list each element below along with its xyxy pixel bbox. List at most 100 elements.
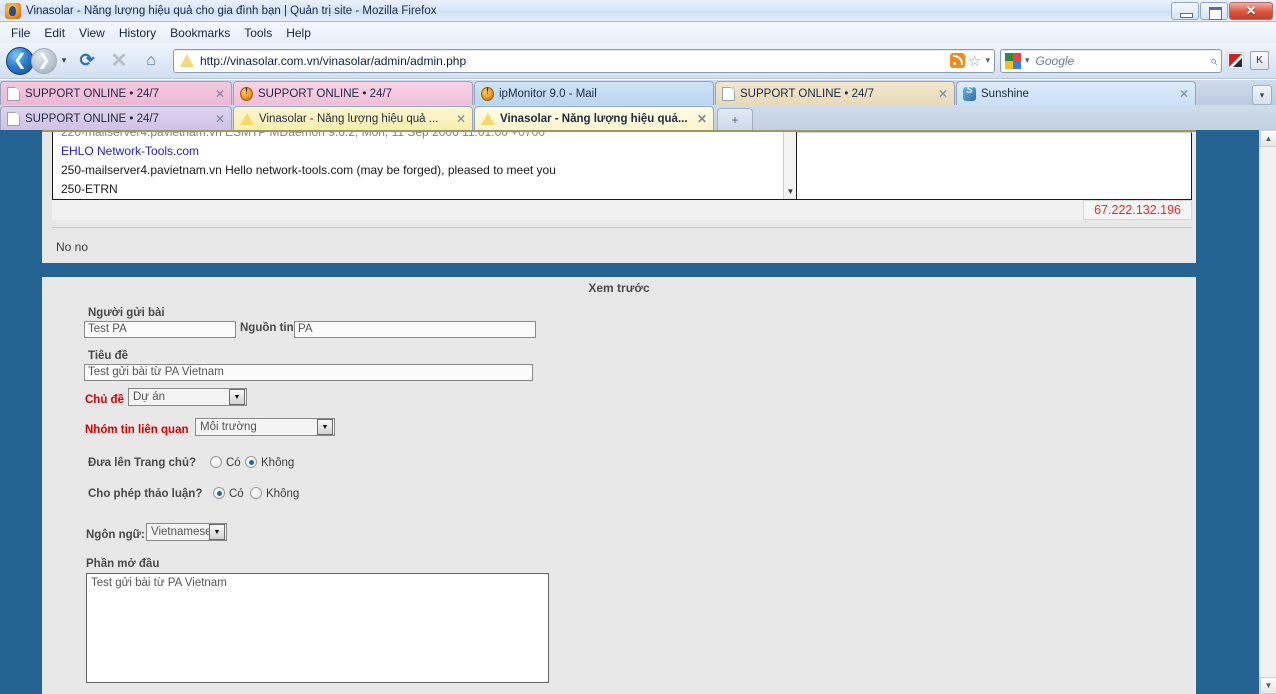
tab-close-icon[interactable]: ✕ <box>448 113 466 125</box>
mail-log-wrapper: 220-mailserver4.pavietnam.vn ESMTP MDaem… <box>52 132 1192 200</box>
bookmark-star-icon[interactable]: ☆ <box>968 52 981 70</box>
home-button[interactable]: ⌂ <box>137 47 165 75</box>
newsgroup-select-value: Môi trường <box>200 421 257 433</box>
chevron-down-icon[interactable]: ▼ <box>229 389 245 405</box>
menu-history[interactable]: History <box>112 24 163 42</box>
google-icon[interactable] <box>1005 52 1021 69</box>
menu-help[interactable]: Help <box>279 24 318 42</box>
newsgroup-select[interactable]: Môi trường ▼ <box>195 418 335 436</box>
tab-support-online-2[interactable]: SUPPORT ONLINE • 24/7 <box>233 81 473 105</box>
page-viewport: 220-mailserver4.pavietnam.vn ESMTP MDaem… <box>0 130 1276 694</box>
tab-close-icon[interactable]: ✕ <box>689 113 707 125</box>
language-label: Ngôn ngữ: <box>86 529 145 541</box>
tab-label: Sunshine <box>981 87 1029 100</box>
author-label: Người gửi bài <box>88 307 165 319</box>
sunshine-icon <box>963 85 976 101</box>
status-text: No no <box>56 240 89 254</box>
tab-vinasolar-1[interactable]: Vinasolar - Năng lượng hiệu quả ... ✕ <box>233 106 473 130</box>
search-bar[interactable]: ▾ Google ⌕ <box>1000 48 1222 73</box>
language-select[interactable]: Vietnamese ▼ <box>146 523 227 541</box>
scroll-down-icon[interactable]: ▼ <box>784 185 796 198</box>
firefox-icon <box>5 2 21 19</box>
blue-separator-bar <box>42 263 1196 277</box>
address-bar[interactable]: http://vinasolar.com.vn/vinasolar/admin/… <box>173 48 995 73</box>
preview-form-panel: Xem trước Người gửi bài Test PA Nguồn ti… <box>42 277 1196 694</box>
search-icon[interactable]: ⌕ <box>1210 53 1217 69</box>
comments-radio-yes[interactable] <box>213 487 225 499</box>
reload-button[interactable]: ⟳ <box>73 47 101 75</box>
tab-vinasolar-active[interactable]: Vinasolar - Năng lượng hiệu quả... ✕ <box>474 106 714 130</box>
chevron-down-icon[interactable]: ▼ <box>209 524 225 540</box>
tab-ipmonitor[interactable]: ipMonitor 9.0 - Mail <box>474 81 714 105</box>
homepage-label: Đưa lên Trang chủ? <box>88 457 197 469</box>
ip-address-row: 67.222.132.196 <box>52 200 1192 220</box>
document-icon <box>722 86 735 101</box>
scroll-down-icon[interactable]: ▼ <box>1260 677 1276 694</box>
menu-tools[interactable]: Tools <box>237 24 279 42</box>
comments-radio-no[interactable] <box>250 487 262 499</box>
tab-support-online-1[interactable]: SUPPORT ONLINE • 24/7 ✕ <box>0 81 232 105</box>
topic-label: Chủ đề <box>85 394 124 406</box>
menu-view[interactable]: View <box>72 24 112 42</box>
search-engine-chevron-icon[interactable]: ▾ <box>1025 55 1030 66</box>
tab-label: SUPPORT ONLINE • 24/7 <box>258 87 392 100</box>
reload-icon: ⟳ <box>79 50 95 70</box>
tab-support-online-4[interactable]: SUPPORT ONLINE • 24/7 ✕ <box>0 106 232 130</box>
history-dropdown-button[interactable]: ▾ <box>57 48 71 74</box>
warning-triangle-icon <box>240 112 254 125</box>
title-label: Tiêu đề <box>88 350 129 362</box>
tab-sunshine[interactable]: Sunshine ✕ <box>956 81 1196 105</box>
window-controls: ✕ <box>1170 1 1273 21</box>
scroll-up-icon[interactable]: ▲ <box>1260 130 1276 147</box>
chevron-down-icon: ▾ <box>61 55 67 65</box>
kaspersky-k-button[interactable]: K <box>1250 51 1269 70</box>
page-scrollbar[interactable]: ▲ ▼ <box>1259 130 1276 694</box>
language-select-value: Vietnamese <box>151 526 209 538</box>
chevron-down-icon[interactable]: ▾ <box>985 55 990 66</box>
homepage-radio-no[interactable] <box>245 456 257 468</box>
menu-bar: File Edit View History Bookmarks Tools H… <box>0 22 1276 43</box>
minimize-button[interactable] <box>1171 1 1199 20</box>
tab-close-icon[interactable]: ✕ <box>930 88 948 100</box>
tab-list-button[interactable]: ▾ <box>1252 85 1272 105</box>
new-tab-button[interactable]: + <box>717 108 753 130</box>
forward-button[interactable]: ❯ <box>31 47 57 74</box>
rss-feed-icon[interactable] <box>950 53 966 68</box>
content-column: 220-mailserver4.pavietnam.vn ESMTP MDaem… <box>42 130 1196 694</box>
menu-file[interactable]: File <box>4 24 37 42</box>
search-input[interactable]: Google <box>1036 54 1075 68</box>
homepage-radio-yes[interactable] <box>210 456 222 468</box>
menu-bookmarks[interactable]: Bookmarks <box>163 24 237 42</box>
title-input[interactable]: Test gửi bài từ PA Vietnam <box>84 364 533 381</box>
topic-select-value: Dự án <box>133 391 165 403</box>
chevron-down-icon: ▾ <box>1259 89 1265 100</box>
stop-button[interactable]: ✕ <box>105 47 133 75</box>
tab-close-icon[interactable]: ✕ <box>207 113 225 125</box>
homepage-radio-yes-label: Có <box>226 457 241 469</box>
maximize-button[interactable] <box>1200 1 1228 20</box>
section-divider <box>52 227 1192 228</box>
source-label: Nguồn tin <box>240 322 294 334</box>
back-button[interactable]: ❮ <box>6 46 34 75</box>
topic-select[interactable]: Dự án ▼ <box>128 388 247 406</box>
window-title: Vinasolar - Năng lượng hiệu quả cho gia … <box>26 4 437 17</box>
comments-radio-yes-label: Có <box>229 488 244 500</box>
kaspersky-icon[interactable] <box>1227 52 1244 69</box>
author-input[interactable]: Test PA <box>84 321 236 338</box>
intro-textarea[interactable]: Test gửi bài từ PA Vietnam <box>86 573 549 683</box>
tab-close-icon[interactable]: ✕ <box>207 88 225 100</box>
mail-log-box[interactable]: 220-mailserver4.pavietnam.vn ESMTP MDaem… <box>52 132 797 200</box>
right-log-pane <box>797 132 1192 200</box>
mail-log-scrollbar[interactable]: ▼ <box>783 132 796 199</box>
source-input[interactable]: PA <box>294 321 536 338</box>
close-button[interactable]: ✕ <box>1229 1 1273 20</box>
tab-support-online-3[interactable]: SUPPORT ONLINE • 24/7 ✕ <box>715 81 955 105</box>
address-bar-url: http://vinasolar.com.vn/vinasolar/admin/… <box>200 53 467 68</box>
intro-label: Phần mở đầu <box>86 558 160 570</box>
tab-strip-row-1: SUPPORT ONLINE • 24/7 ✕ SUPPORT ONLINE •… <box>0 80 1276 105</box>
menu-edit[interactable]: Edit <box>37 24 72 42</box>
back-arrow-icon: ❮ <box>13 51 27 69</box>
chevron-down-icon[interactable]: ▼ <box>317 419 333 435</box>
address-bar-actions: ☆ ▾ <box>950 52 990 70</box>
tab-close-icon[interactable]: ✕ <box>1171 88 1189 100</box>
